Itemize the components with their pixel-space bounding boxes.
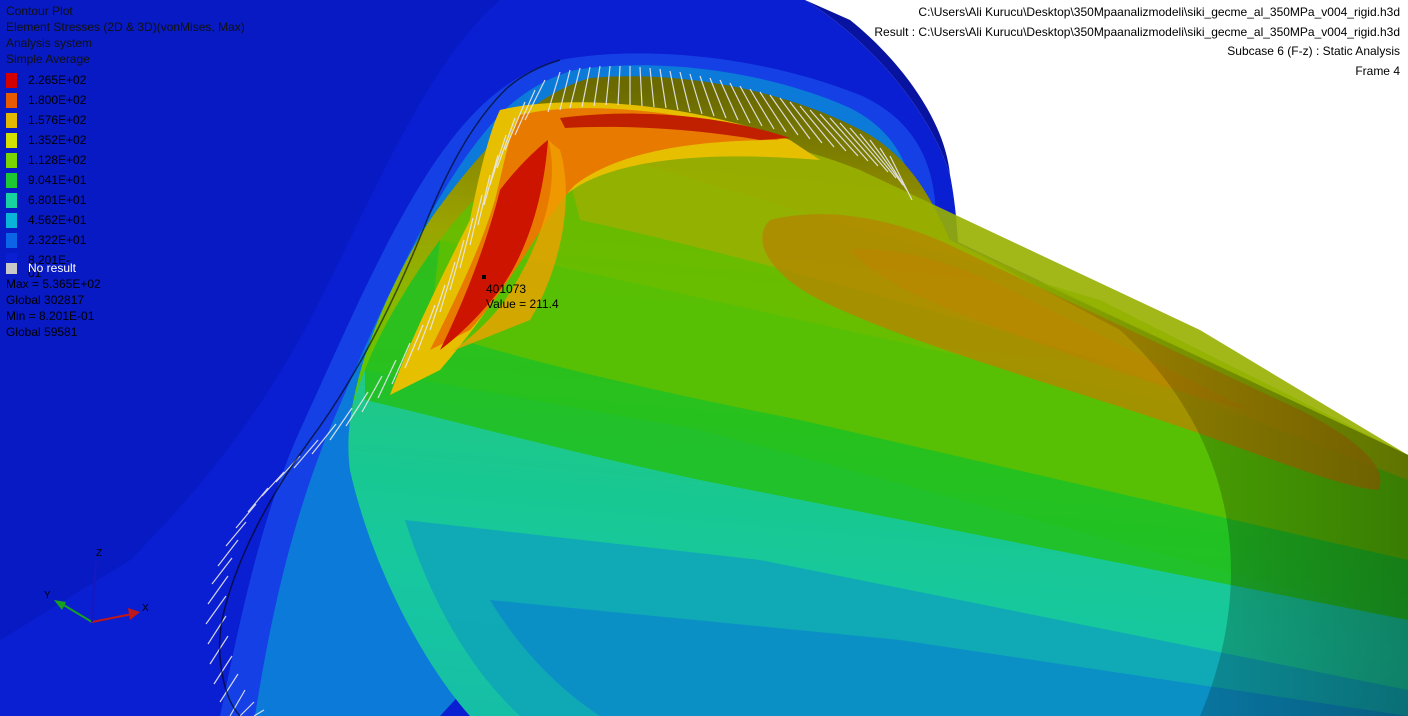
legend-value: 1.800E+02 — [28, 93, 87, 107]
averaging-method: Simple Average — [6, 52, 90, 66]
legend-swatch — [6, 233, 17, 248]
min-value: Min = 8.201E-01 — [6, 309, 95, 323]
probe-marker[interactable] — [482, 275, 486, 279]
result-type: Element Stresses (2D & 3D)(vonMises, Max… — [6, 20, 245, 34]
legend-value: 1.576E+02 — [28, 113, 87, 127]
model-file-path: C:\Users\Ali Kurucu\Desktop\350Mpaanaliz… — [918, 5, 1400, 19]
max-value: Max = 5.365E+02 — [6, 277, 101, 291]
triad-x-label: X — [142, 603, 149, 614]
legend-value: 4.562E+01 — [28, 213, 87, 227]
legend-swatch — [6, 93, 17, 108]
coordinate-system: Analysis system — [6, 36, 93, 50]
graphics-viewport[interactable]: Contour Plot Element Stresses (2D & 3D)(… — [0, 0, 1408, 716]
legend-swatch — [6, 173, 17, 188]
min-location: Global 59581 — [6, 325, 78, 339]
max-location: Global 302817 — [6, 293, 85, 307]
legend-value: 1.352E+02 — [28, 133, 87, 147]
legend-swatch — [6, 193, 17, 208]
legend-value: 2.322E+01 — [28, 233, 87, 247]
probe-value: Value = 211.4 — [486, 297, 559, 311]
subcase-label: Subcase 6 (F-z) : Static Analysis — [1227, 44, 1400, 58]
result-file-path: Result : C:\Users\Ali Kurucu\Desktop\350… — [874, 24, 1400, 39]
legend-swatch — [6, 73, 17, 88]
no-result-swatch — [6, 263, 17, 274]
plot-header: Contour Plot Element Stresses (2D & 3D)(… — [6, 3, 245, 67]
triad-y-label: Y — [44, 590, 51, 601]
legend-value: 1.128E+02 — [28, 153, 87, 167]
legend-swatch — [6, 213, 17, 228]
probe-annotation[interactable]: 401073 Value = 211.4 — [486, 282, 559, 312]
frame-label: Frame 4 — [1355, 63, 1400, 78]
no-result-label: No result — [28, 261, 77, 275]
plot-title: Contour Plot — [6, 4, 73, 18]
legend-swatch — [6, 113, 17, 128]
legend-swatch — [6, 153, 17, 168]
model-render[interactable] — [0, 0, 1408, 716]
probe-element-id: 401073 — [486, 282, 527, 296]
legend-value: 9.041E+01 — [28, 173, 87, 187]
legend-swatch — [6, 133, 17, 148]
file-info: C:\Users\Ali Kurucu\Desktop\350Mpaanaliz… — [874, 3, 1400, 81]
legend-stats: Max = 5.365E+02 Global 302817 Min = 8.20… — [6, 276, 101, 340]
legend-value: 2.265E+02 — [28, 73, 87, 87]
legend-value: 6.801E+01 — [28, 193, 87, 207]
triad-z-label: Z — [96, 548, 103, 559]
